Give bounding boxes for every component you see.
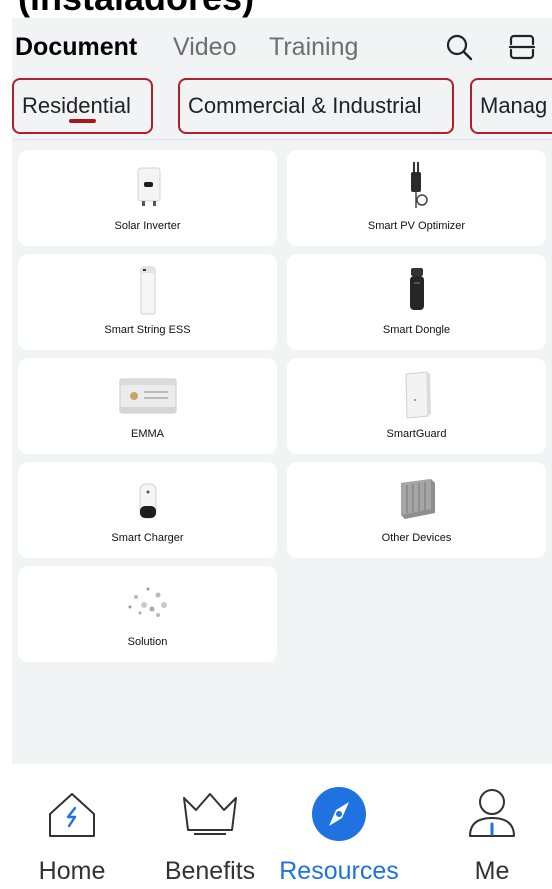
dongle-icon [409, 268, 424, 310]
product-label: Solution [127, 636, 168, 648]
nav-label: Home [38, 857, 106, 885]
product-label: Other Devices [381, 532, 452, 544]
charger-icon [139, 483, 156, 519]
scan-icon[interactable] [508, 33, 536, 61]
emma-icon [119, 378, 176, 414]
compass-icon [312, 787, 366, 841]
tab-video[interactable]: Video [173, 32, 237, 62]
product-card-smart-string-ess[interactable]: Smart String ESS [18, 254, 277, 350]
home-icon [49, 793, 95, 837]
nav-benefits[interactable]: Benefits [145, 764, 275, 889]
pv-optimizer-icon [410, 162, 428, 208]
crown-icon [183, 793, 237, 835]
product-label: Smart PV Optimizer [367, 220, 466, 232]
solar-inverter-icon [137, 167, 160, 206]
product-card-smart-charger[interactable]: Smart Charger [18, 462, 277, 558]
active-category-indicator [69, 119, 96, 123]
tab-training[interactable]: Training [269, 32, 358, 62]
solution-icon [128, 587, 167, 617]
product-label: Smart Charger [111, 532, 184, 544]
product-card-smart-pv-optimizer[interactable]: Smart PV Optimizer [287, 150, 546, 246]
top-tab-bar: Document Video Training [12, 18, 552, 78]
product-label: SmartGuard [386, 428, 447, 440]
product-card-solution[interactable]: Solution [18, 566, 277, 662]
product-label: Smart Dongle [382, 324, 451, 336]
category-commercial-industrial[interactable]: Commercial & Industrial [178, 78, 454, 134]
category-divider [12, 139, 552, 140]
product-label: Smart String ESS [104, 324, 191, 336]
other-devices-icon [400, 479, 435, 519]
product-label: EMMA [131, 428, 164, 440]
tab-document[interactable]: Document [15, 32, 137, 62]
category-residential[interactable]: Residential [12, 78, 153, 134]
app-screen: (instaladores) Document Video Training R… [0, 0, 552, 889]
category-manag[interactable]: Manag [470, 78, 552, 134]
nav-home[interactable]: Home [7, 764, 137, 889]
product-label: Solar Inverter [114, 220, 181, 232]
product-card-smart-dongle[interactable]: Smart Dongle [287, 254, 546, 350]
smartguard-icon [404, 371, 431, 419]
product-card-solar-inverter[interactable]: Solar Inverter [18, 150, 277, 246]
nav-label: Me [474, 857, 510, 885]
nav-me[interactable]: Me [432, 764, 552, 889]
product-card-smartguard[interactable]: SmartGuard [287, 358, 546, 454]
resources-content: Document Video Training Residential Comm… [12, 18, 552, 764]
product-card-emma[interactable]: EMMA [18, 358, 277, 454]
search-icon[interactable] [445, 33, 473, 61]
nav-resources[interactable]: Resources [274, 764, 404, 889]
person-icon [469, 789, 515, 837]
page-header-title: (instaladores) [18, 0, 254, 18]
product-card-other-devices[interactable]: Other Devices [287, 462, 546, 558]
nav-label: Resources [279, 857, 399, 885]
nav-label: Benefits [164, 857, 256, 885]
bottom-navigation: Home Benefits Resources Me [0, 764, 552, 889]
string-ess-icon [140, 266, 155, 315]
